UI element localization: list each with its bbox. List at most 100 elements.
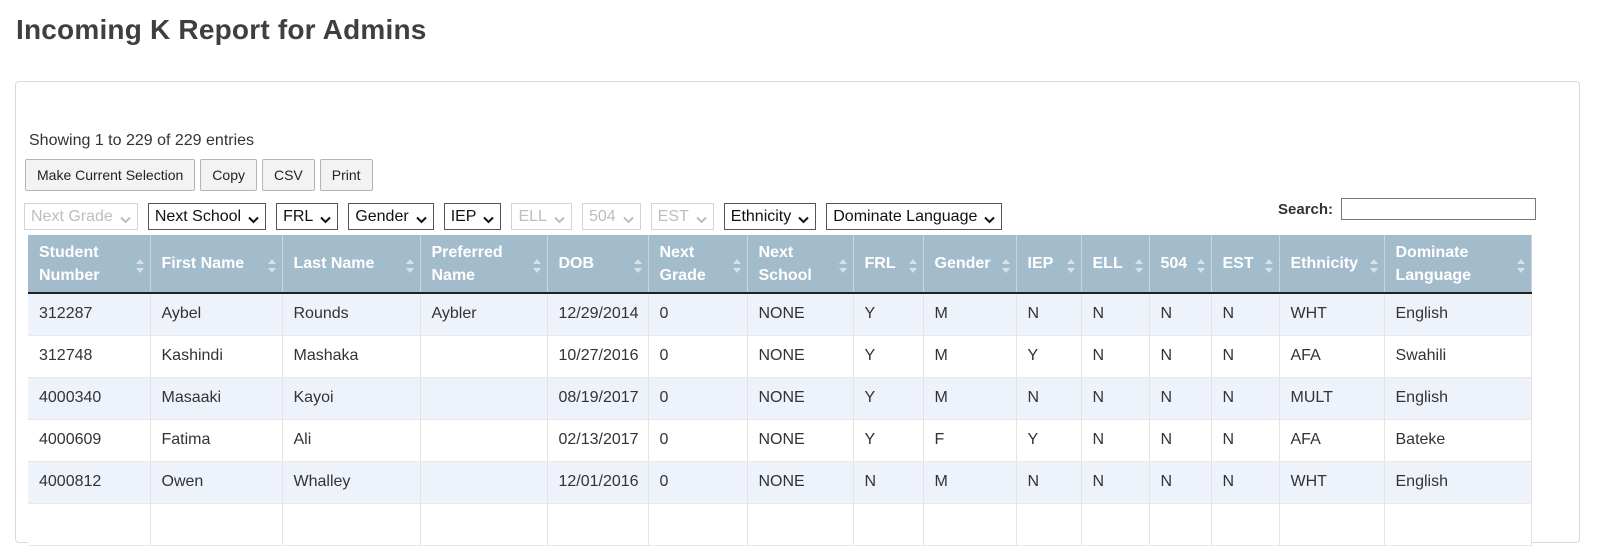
chevron-down-icon bbox=[622, 212, 635, 223]
column-header-next-grade[interactable]: Next Grade bbox=[648, 235, 748, 294]
column-header-frl[interactable]: FRL bbox=[853, 235, 924, 294]
table-row: 312287 Aybel Rounds Aybler 12/29/2014 0 NONE Y M… bbox=[28, 293, 1532, 336]
sort-icon bbox=[267, 257, 276, 273]
sort-icon bbox=[1516, 257, 1525, 273]
cell-ethnicity: AFA bbox=[1279, 335, 1385, 378]
chevron-down-icon bbox=[553, 212, 566, 223]
chevron-down-icon bbox=[319, 212, 332, 223]
cell-est: N bbox=[1211, 377, 1280, 420]
column-header-ethnicity[interactable]: Ethnicity bbox=[1279, 235, 1385, 294]
cell-student-number bbox=[28, 503, 151, 546]
copy-button[interactable]: Copy bbox=[200, 159, 257, 191]
filter-label: ELL bbox=[518, 207, 547, 225]
column-header-next-school[interactable]: Next School bbox=[747, 235, 854, 294]
cell-gender: M bbox=[923, 293, 1017, 336]
filter-next-grade-select: Next Grade bbox=[24, 203, 138, 230]
chevron-down-icon bbox=[119, 212, 132, 223]
filter-frl-select[interactable]: FRL bbox=[276, 203, 339, 230]
column-header-first-name[interactable]: First Name bbox=[150, 235, 283, 294]
cell-gender: M bbox=[923, 335, 1017, 378]
cell-student-number: 4000340 bbox=[28, 377, 151, 420]
cell-first-name: Masaaki bbox=[150, 377, 283, 420]
cell-504: N bbox=[1149, 461, 1212, 504]
cell-next-grade: 0 bbox=[648, 461, 748, 504]
cell-preferred-name bbox=[420, 461, 548, 504]
filter-label: Gender bbox=[355, 207, 409, 225]
make-current-selection-button[interactable]: Make Current Selection bbox=[25, 159, 196, 191]
cell-first-name: Aybel bbox=[150, 293, 283, 336]
filter-bar: Next Grade Next School FRL Gender IEP ELL 504 E… bbox=[24, 203, 1012, 230]
column-header-student-number[interactable]: Student Number bbox=[28, 235, 151, 294]
column-header-ell[interactable]: ELL bbox=[1081, 235, 1150, 294]
table-body: 312287 Aybel Rounds Aybler 12/29/2014 0 NONE Y M… bbox=[28, 293, 1532, 546]
column-header-label: EST bbox=[1222, 255, 1254, 272]
cell-student-number: 312748 bbox=[28, 335, 151, 378]
page-title: Incoming K Report for Admins bbox=[16, 14, 427, 45]
cell-dominate-language: English bbox=[1384, 293, 1532, 336]
cell-ell: N bbox=[1081, 335, 1150, 378]
cell-iep bbox=[1016, 503, 1082, 546]
cell-gender: M bbox=[923, 461, 1017, 504]
filter-ell-select: ELL bbox=[511, 203, 572, 230]
column-header-label: Dominate Language bbox=[1395, 243, 1472, 284]
cell-student-number: 4000609 bbox=[28, 419, 151, 462]
search-input[interactable] bbox=[1341, 198, 1536, 220]
cell-dominate-language: English bbox=[1384, 377, 1532, 420]
table-header-row: Student Number First Name Last Name Preferr… bbox=[28, 235, 1532, 294]
cell-next-grade bbox=[648, 503, 748, 546]
cell-est: N bbox=[1211, 293, 1280, 336]
column-header-label: FRL bbox=[864, 255, 896, 272]
report-panel: Showing 1 to 229 of 229 entries Make Cur… bbox=[15, 81, 1580, 546]
cell-ell: N bbox=[1081, 461, 1150, 504]
filter-ethnicity-select[interactable]: Ethnicity bbox=[723, 203, 817, 230]
cell-ethnicity: WHT bbox=[1279, 293, 1385, 336]
column-header-est[interactable]: EST bbox=[1211, 235, 1280, 294]
sort-icon bbox=[1001, 257, 1010, 273]
column-header-label: 504 bbox=[1160, 255, 1188, 272]
cell-dob: 08/19/2017 bbox=[547, 377, 649, 420]
cell-ethnicity: WHT bbox=[1279, 461, 1385, 504]
filter-next-school-select[interactable]: Next School bbox=[147, 203, 267, 230]
csv-button[interactable]: CSV bbox=[261, 159, 315, 191]
table-row: 4000340 Masaaki Kayoi 08/19/2017 0 NONE Y M N N N N… bbox=[28, 377, 1532, 420]
cell-dob: 02/13/2017 bbox=[547, 419, 649, 462]
column-header-last-name[interactable]: Last Name bbox=[282, 235, 421, 294]
cell-next-grade: 0 bbox=[648, 335, 748, 378]
filter-gender-select[interactable]: Gender bbox=[348, 203, 434, 230]
cell-504: N bbox=[1149, 377, 1212, 420]
column-header-gender[interactable]: Gender bbox=[923, 235, 1017, 294]
cell-first-name: Kashindi bbox=[150, 335, 283, 378]
column-header-dob[interactable]: DOB bbox=[547, 235, 649, 294]
cell-dob bbox=[547, 503, 649, 546]
column-header-iep[interactable]: IEP bbox=[1016, 235, 1082, 294]
export-buttons: Make Current Selection Copy CSV Print bbox=[25, 159, 378, 191]
print-button[interactable]: Print bbox=[319, 159, 373, 191]
cell-frl: Y bbox=[853, 377, 924, 420]
cell-frl: N bbox=[853, 461, 924, 504]
cell-dob: 10/27/2016 bbox=[547, 335, 649, 378]
sort-icon bbox=[532, 257, 541, 273]
column-header-label: Next School bbox=[758, 243, 812, 284]
cell-504: N bbox=[1149, 335, 1212, 378]
filter-iep-select[interactable]: IEP bbox=[443, 203, 502, 230]
filter-dominate-language-select[interactable]: Dominate Language bbox=[826, 203, 1003, 230]
column-header-label: First Name bbox=[161, 255, 245, 272]
column-header-dominate-language[interactable]: Dominate Language bbox=[1384, 235, 1532, 294]
cell-dominate-language: Bateke bbox=[1384, 419, 1532, 462]
sort-icon bbox=[1264, 257, 1273, 273]
cell-next-school: NONE bbox=[747, 419, 854, 462]
filter-est-select: EST bbox=[650, 203, 714, 230]
cell-next-grade: 0 bbox=[648, 377, 748, 420]
sort-icon bbox=[633, 257, 642, 273]
sort-icon bbox=[1369, 257, 1378, 273]
cell-ell: N bbox=[1081, 293, 1150, 336]
filter-label: EST bbox=[657, 207, 689, 225]
cell-last-name: Ali bbox=[282, 419, 421, 462]
cell-dominate-language: Swahili bbox=[1384, 335, 1532, 378]
column-header-preferred-name[interactable]: Preferred Name bbox=[420, 235, 548, 294]
search-label: Search: bbox=[1278, 201, 1334, 218]
cell-dob: 12/01/2016 bbox=[547, 461, 649, 504]
column-header-504[interactable]: 504 bbox=[1149, 235, 1212, 294]
cell-next-school: NONE bbox=[747, 293, 854, 336]
cell-iep: N bbox=[1016, 377, 1082, 420]
